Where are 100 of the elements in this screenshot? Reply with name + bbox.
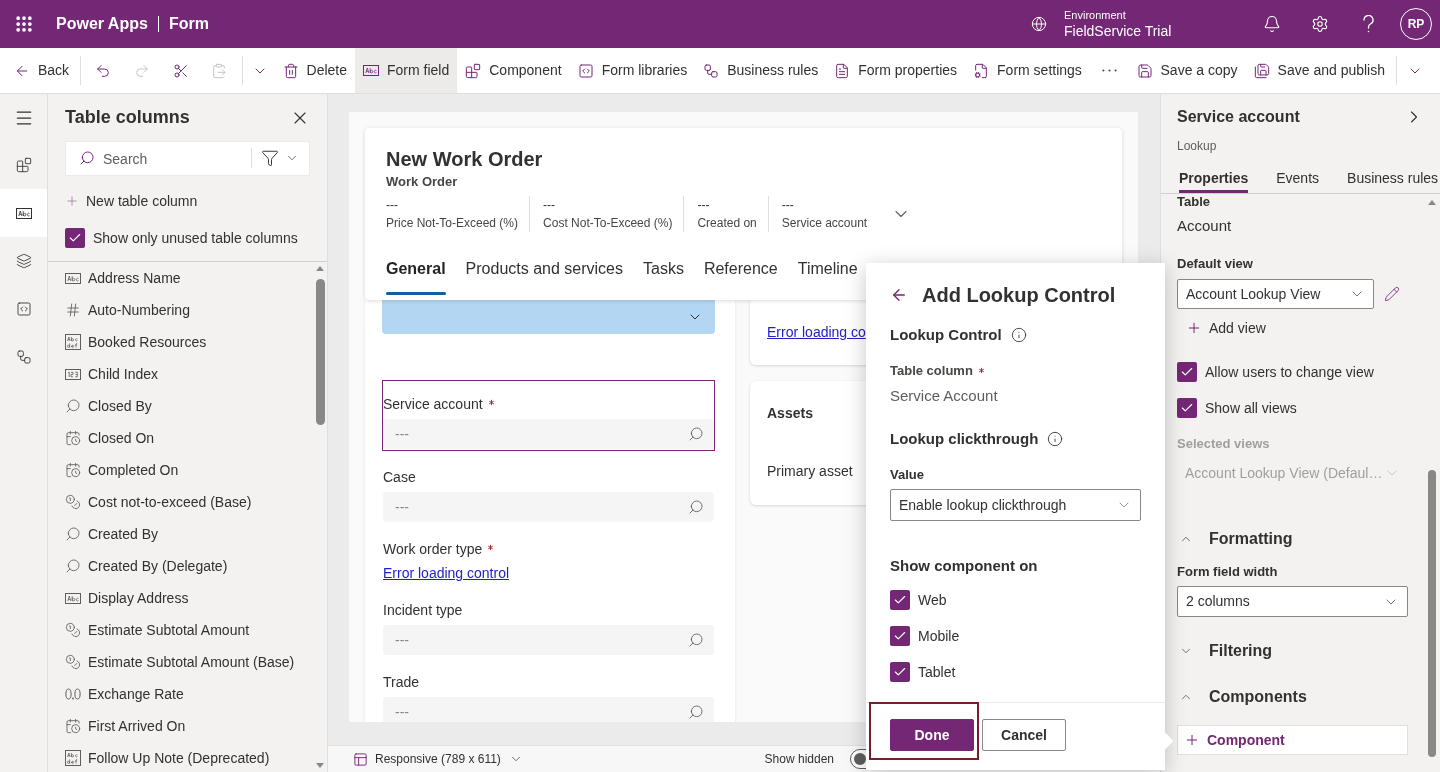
checkbox[interactable] bbox=[1177, 362, 1197, 382]
checkbox-label: Show only unused table columns bbox=[93, 228, 298, 248]
magnifier-icon bbox=[65, 558, 81, 574]
multiline-text-icon bbox=[65, 750, 81, 766]
blocks-icon bbox=[465, 62, 482, 79]
form-tab[interactable]: General bbox=[386, 258, 446, 300]
settings-icon[interactable] bbox=[1311, 15, 1329, 33]
column-list-item[interactable]: Address Name bbox=[48, 262, 310, 294]
document-icon bbox=[834, 62, 851, 79]
checkbox[interactable] bbox=[890, 626, 910, 646]
panel-subtitle: Lookup bbox=[1177, 138, 1217, 154]
checkbox[interactable] bbox=[890, 662, 910, 682]
field-label: Incident type bbox=[383, 601, 463, 620]
column-list-item[interactable]: Auto-Numbering bbox=[48, 294, 310, 326]
lookup-input[interactable]: --- bbox=[383, 697, 714, 722]
layout-icon bbox=[353, 751, 368, 767]
add-component-button[interactable]: Component bbox=[1177, 725, 1408, 755]
workflow-icon bbox=[703, 62, 720, 79]
column-list-item[interactable]: First Arrived On bbox=[48, 710, 310, 742]
form-tab[interactable]: Tasks bbox=[643, 258, 684, 300]
dropdown[interactable]: Account Lookup View bbox=[1177, 279, 1374, 309]
text-field-icon bbox=[363, 65, 379, 76]
scroll-down-icon[interactable] bbox=[316, 763, 324, 768]
dropdown[interactable]: 2 columns bbox=[1177, 586, 1408, 617]
column-list-item[interactable]: Estimate Subtotal Amount (Base) bbox=[48, 646, 310, 678]
form-field-button[interactable]: Form field bbox=[355, 48, 458, 93]
lookup-input[interactable]: --- bbox=[383, 492, 714, 522]
scrollbar-thumb[interactable] bbox=[1428, 470, 1436, 757]
column-list-item[interactable]: Closed By bbox=[48, 390, 310, 422]
blocks-icon bbox=[15, 157, 32, 173]
header-label: Service account bbox=[781, 215, 868, 232]
field-label: Default view bbox=[1177, 255, 1253, 273]
new-column-button[interactable]: New table column bbox=[65, 190, 198, 212]
column-list-item[interactable]: Display Address bbox=[48, 582, 310, 614]
help-icon[interactable] bbox=[1362, 15, 1374, 33]
selected-field-frame[interactable]: Service account --- bbox=[382, 380, 715, 451]
scroll-up-icon[interactable] bbox=[316, 266, 324, 271]
column-list-item[interactable]: Follow Up Note (Deprecated) bbox=[48, 742, 310, 772]
checkmark-icon bbox=[1180, 365, 1194, 379]
pencil-icon[interactable] bbox=[1384, 286, 1400, 302]
search-icon bbox=[688, 704, 704, 720]
form-tab[interactable]: Reference bbox=[703, 258, 778, 300]
bell-icon[interactable] bbox=[1263, 15, 1281, 33]
checkbox[interactable] bbox=[65, 228, 85, 248]
nav-tab[interactable] bbox=[0, 189, 47, 237]
code-square-icon bbox=[15, 301, 32, 317]
error-link[interactable]: Error loading control bbox=[383, 563, 510, 583]
add-view-button[interactable]: Add view bbox=[1186, 318, 1266, 338]
panel-tab[interactable]: Events bbox=[1274, 167, 1322, 193]
column-list-item[interactable]: Closed On bbox=[48, 422, 310, 454]
column-list-item[interactable]: Completed On bbox=[48, 454, 310, 486]
document-gear-icon bbox=[973, 62, 990, 79]
column-list-item[interactable]: Cost not-to-exceed (Base) bbox=[48, 486, 310, 518]
column-list-item[interactable]: Child Index bbox=[48, 358, 310, 390]
filter-button[interactable] bbox=[261, 149, 299, 167]
lookup-input[interactable]: --- bbox=[383, 419, 714, 449]
checkbox[interactable] bbox=[890, 590, 910, 610]
column-list-item[interactable]: Exchange Rate bbox=[48, 678, 310, 710]
view-size-dropdown[interactable]: Responsive (789 x 611) bbox=[353, 750, 523, 768]
checkbox-label: Allow users to change view bbox=[1205, 362, 1374, 382]
search-field[interactable]: Search bbox=[65, 141, 310, 176]
field-label: Selected views bbox=[1177, 435, 1270, 453]
coins-icon bbox=[65, 622, 81, 638]
section-toggle[interactable]: Formatting bbox=[1177, 527, 1293, 551]
panel-tab[interactable]: Properties bbox=[1177, 167, 1251, 193]
coins-icon bbox=[65, 494, 81, 510]
scrollbar-thumb[interactable] bbox=[316, 279, 325, 425]
section-toggle[interactable]: Filtering bbox=[1177, 639, 1273, 663]
info-icon[interactable] bbox=[1010, 327, 1027, 343]
header-value: --- bbox=[543, 197, 556, 214]
column-list-item[interactable]: Booked Resources bbox=[48, 326, 310, 358]
field-value: Account bbox=[1177, 216, 1232, 236]
done-button[interactable]: Done bbox=[890, 719, 974, 751]
error-link[interactable]: Error loading co bbox=[767, 322, 866, 343]
layers-icon bbox=[15, 253, 32, 269]
section-heading: Show component on bbox=[890, 556, 1038, 576]
column-list-item[interactable]: Created By bbox=[48, 518, 310, 550]
panel-title: Table columns bbox=[65, 106, 190, 129]
section-toggle[interactable]: Components bbox=[1177, 685, 1307, 709]
column-list-item[interactable]: Created By (Delegate) bbox=[48, 550, 310, 582]
form-tab[interactable]: Timeline bbox=[797, 258, 858, 300]
field-value: Service Account bbox=[890, 386, 998, 406]
search-icon bbox=[688, 632, 704, 648]
scroll-up-icon[interactable] bbox=[1428, 200, 1436, 205]
panel-title: Service account bbox=[1177, 107, 1300, 127]
checkbox[interactable] bbox=[1177, 398, 1197, 418]
checkmark-icon bbox=[893, 665, 907, 679]
column-list-item[interactable]: Estimate Subtotal Amount bbox=[48, 614, 310, 646]
form-tab[interactable]: Products and services bbox=[465, 258, 623, 300]
cancel-button[interactable]: Cancel bbox=[982, 719, 1066, 751]
search-icon bbox=[688, 426, 704, 442]
dots-grid-icon[interactable] bbox=[14, 14, 34, 34]
dropdown[interactable]: Enable lookup clickthrough bbox=[890, 489, 1141, 521]
header-label: Cost Not-To-Exceed (%) bbox=[543, 215, 673, 232]
lookup-input[interactable]: --- bbox=[383, 625, 714, 655]
info-icon[interactable] bbox=[1047, 431, 1064, 447]
magnifier-icon bbox=[65, 526, 81, 542]
checkbox-label: Tablet bbox=[918, 662, 956, 682]
field-label: Trade bbox=[383, 673, 420, 692]
panel-tab[interactable]: Business rules bbox=[1345, 167, 1440, 193]
